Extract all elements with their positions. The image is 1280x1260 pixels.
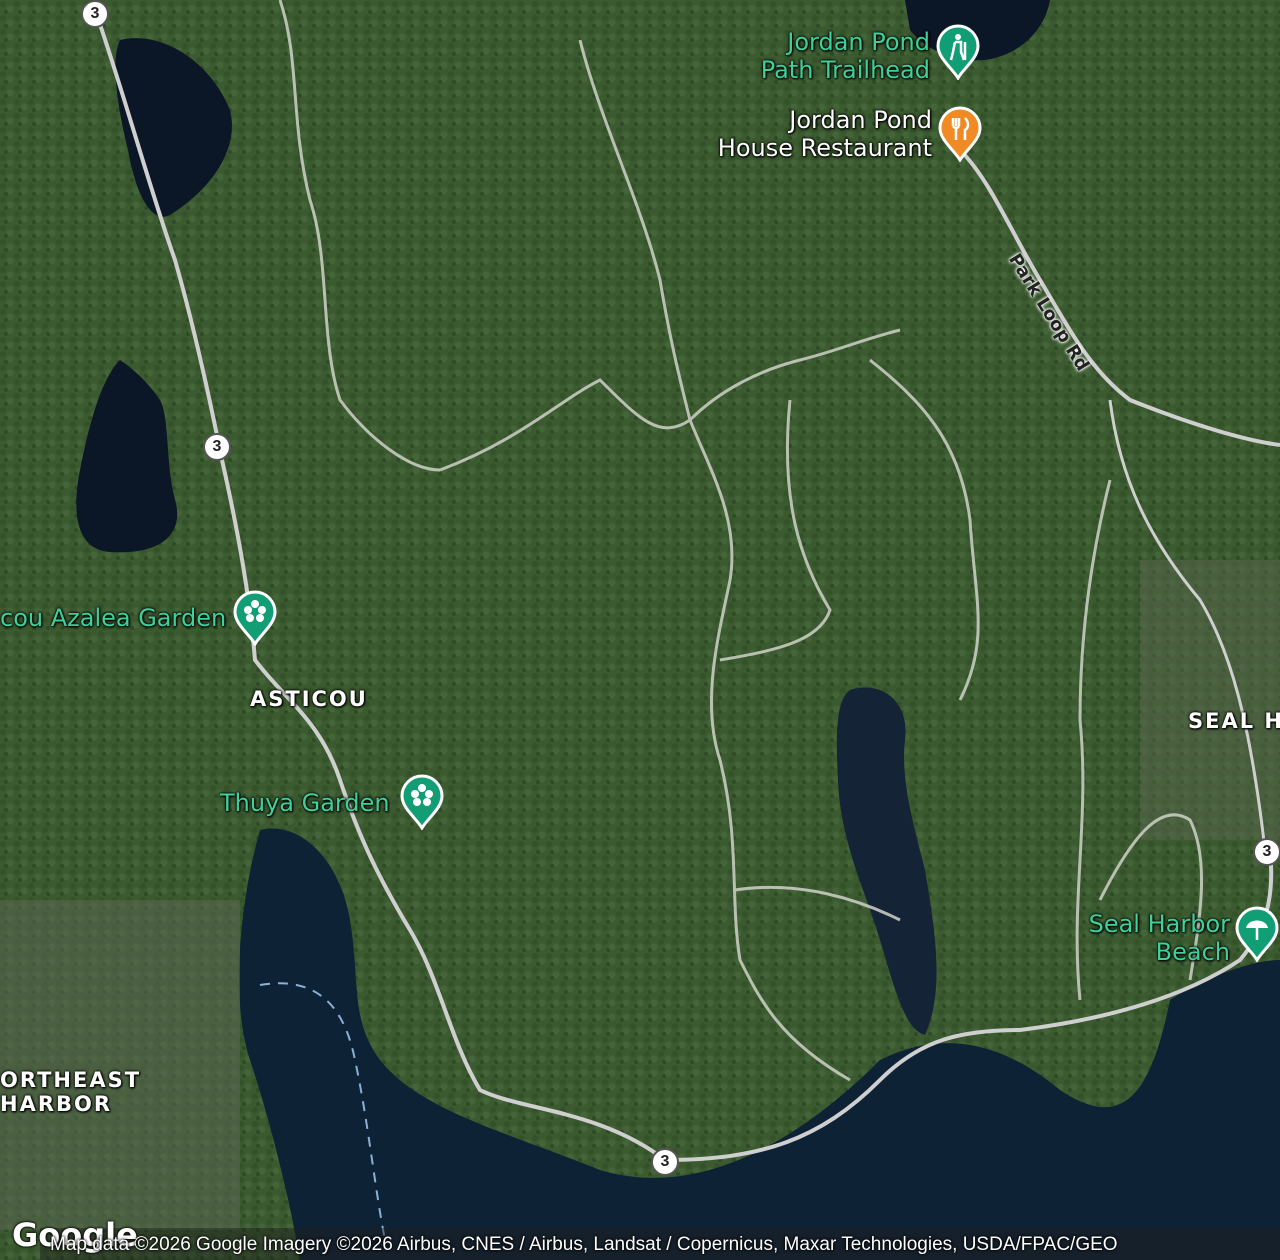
jordan-pond-trailhead-label[interactable]: Jordan Pond Path Trailhead bbox=[750, 28, 930, 84]
fork-knife-icon bbox=[938, 106, 982, 163]
jordan-pond-house-label[interactable]: Jordan Pond House Restaurant bbox=[700, 106, 932, 162]
route-3-shield: 3 bbox=[651, 1148, 679, 1176]
northeast-harbor-town bbox=[0, 900, 240, 1230]
northeast-harbor-label-line1: ORTHEAST bbox=[0, 1068, 142, 1092]
seal-harbor-beach-label[interactable]: Seal Harbor Beach bbox=[1060, 910, 1230, 966]
azalea-garden-pin[interactable] bbox=[232, 590, 278, 647]
route-3-shield: 3 bbox=[81, 0, 109, 28]
asticou-place-label: ASTICOU bbox=[250, 687, 368, 711]
seal-harbor-beach-pin[interactable] bbox=[1234, 906, 1280, 963]
jordan-pond-house-pin[interactable] bbox=[937, 106, 983, 163]
route-3-shield: 3 bbox=[1253, 838, 1280, 866]
thuya-garden-label[interactable]: Thuya Garden bbox=[220, 789, 390, 817]
northeast-harbor-label-line2: HARBOR bbox=[0, 1092, 113, 1116]
thuya-garden-pin[interactable] bbox=[399, 774, 445, 831]
flower-icon bbox=[400, 774, 444, 831]
flower-icon bbox=[233, 590, 277, 647]
seal-harbor-place-label: SEAL H bbox=[1188, 709, 1280, 733]
azalea-garden-label[interactable]: cou Azalea Garden bbox=[0, 604, 226, 632]
hiker-icon bbox=[936, 24, 980, 81]
attribution-text[interactable]: Map data ©2026 Google Imagery ©2026 Airb… bbox=[50, 1230, 1280, 1260]
umbrella-icon bbox=[1235, 906, 1279, 963]
jordan-pond-trailhead-pin[interactable] bbox=[935, 24, 981, 81]
route-3-shield: 3 bbox=[203, 433, 231, 461]
